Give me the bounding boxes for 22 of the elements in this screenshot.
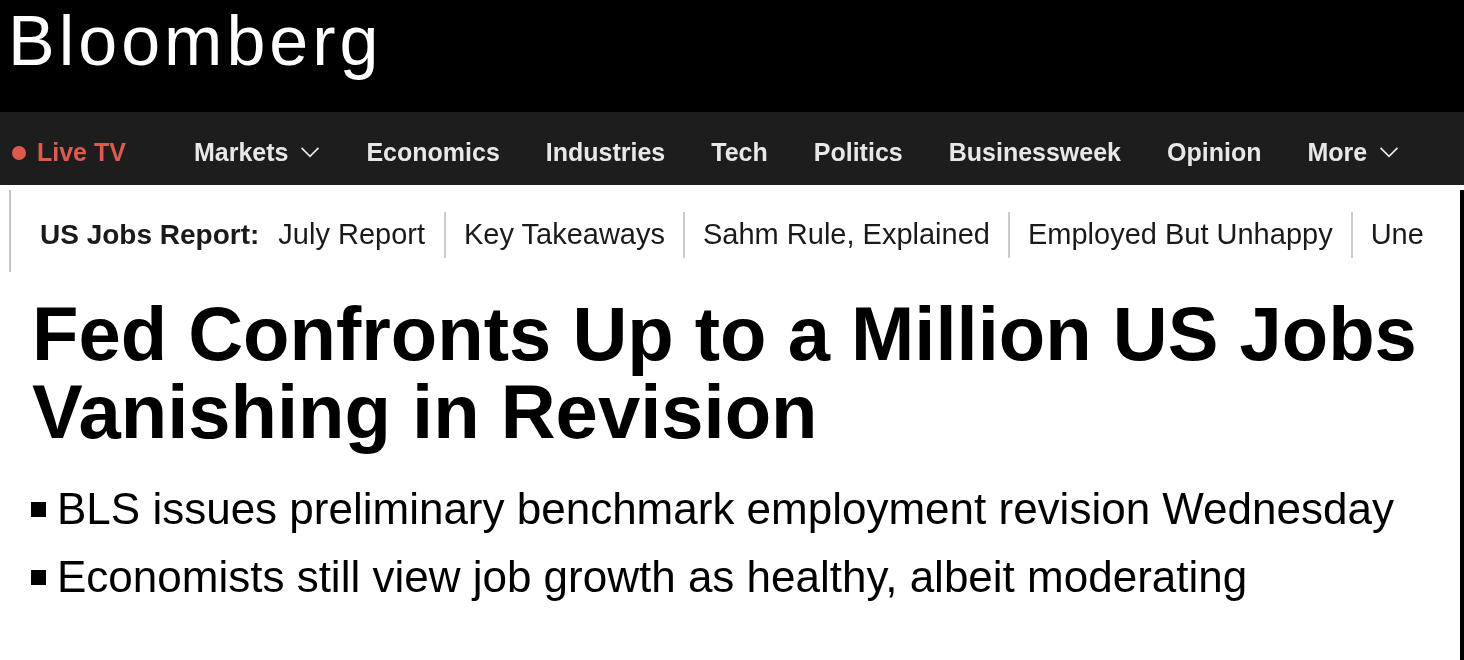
nav-dropdown-link[interactable]: More	[1307, 133, 1400, 172]
topic-link[interactable]: Key Takeaways	[446, 213, 683, 257]
topic-link[interactable]: July Report	[278, 213, 445, 257]
summary-bullet-text: Economists still view job growth as healthy, albeit moderating	[57, 551, 1248, 603]
nav-link[interactable]: Politics	[813, 133, 903, 172]
square-bullet-icon	[31, 569, 46, 585]
nav-dropdown-link[interactable]: Markets	[193, 133, 321, 172]
summary-bullet-text: BLS issues preliminary benchmark employment revision Wednesday	[57, 483, 1394, 535]
nav-link[interactable]: Industries	[545, 133, 666, 172]
nav-link[interactable]: Economics	[366, 133, 500, 172]
topic-link[interactable]: Sahm Rule, Explained	[685, 213, 1008, 257]
logo-wordmark[interactable]: Bloomberg	[8, 2, 383, 80]
live-tv-link[interactable]: Live TV	[12, 133, 126, 172]
topic-link[interactable]: Employed But Unhappy	[1009, 213, 1351, 257]
nav-link[interactable]: Tech	[711, 133, 768, 172]
nav-link[interactable]: Businessweek	[948, 133, 1122, 172]
square-bullet-icon	[31, 501, 46, 517]
chevron-down-icon	[300, 147, 321, 158]
chevron-down-icon	[1379, 147, 1400, 158]
topic-title: US Jobs Report:	[40, 218, 260, 252]
nav-link[interactable]: Opinion	[1167, 133, 1262, 172]
topic-link[interactable]: Une	[1352, 213, 1442, 257]
